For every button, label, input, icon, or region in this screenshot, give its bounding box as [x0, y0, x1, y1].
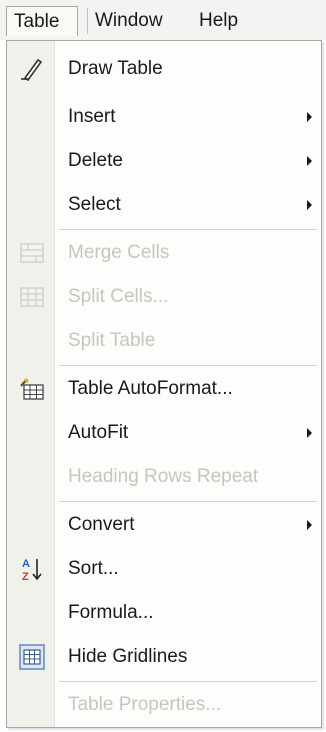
pencil-icon — [19, 56, 45, 82]
screen: Table Window Help Draw Table Insert Dele… — [0, 0, 326, 732]
menu-item-label: Split Cells... — [68, 286, 169, 307]
menu-bar-separator — [87, 8, 88, 34]
submenu-arrow-icon — [307, 156, 312, 166]
menu-separator — [59, 501, 317, 502]
menu-item-delete[interactable]: Delete — [7, 139, 321, 183]
svg-text:A: A — [22, 558, 30, 570]
menu-item-label: AutoFit — [68, 422, 129, 443]
menu-item-heading-rows-repeat: Heading Rows Repeat — [7, 455, 321, 499]
menu-item-label: Sort... — [68, 558, 119, 579]
split-cells-icon — [19, 284, 45, 310]
menu-item-draw-table[interactable]: Draw Table — [7, 47, 321, 91]
gridlines-icon — [19, 644, 45, 670]
menu-separator — [59, 365, 317, 366]
menu-bar: Table Window Help — [0, 0, 326, 40]
menu-item-label: Formula... — [68, 602, 154, 623]
menu-item-label: Insert — [68, 106, 116, 127]
table-autoformat-icon — [19, 376, 45, 402]
menu-help[interactable]: Help — [199, 6, 238, 36]
menu-item-split-table: Split Table — [7, 319, 321, 363]
menu-item-split-cells: Split Cells... — [7, 275, 321, 319]
menu-separator — [59, 229, 317, 230]
menu-item-label: Table AutoFormat... — [68, 378, 233, 399]
merge-cells-icon — [19, 240, 45, 266]
menu-item-label: Merge Cells — [68, 242, 170, 263]
svg-text:Z: Z — [22, 571, 29, 582]
menu-item-label: Split Table — [68, 330, 156, 351]
menu-item-convert[interactable]: Convert — [7, 503, 321, 547]
menu-table[interactable]: Table — [6, 6, 78, 36]
menu-item-sort[interactable]: A Z Sort... — [7, 547, 321, 591]
menu-separator — [59, 681, 317, 682]
menu-item-label: Convert — [68, 514, 135, 535]
menu-item-insert[interactable]: Insert — [7, 95, 321, 139]
menu-item-autofit[interactable]: AutoFit — [7, 411, 321, 455]
submenu-arrow-icon — [307, 428, 312, 438]
table-menu-dropdown: Draw Table Insert Delete Select Merge Ce… — [6, 40, 322, 728]
menu-item-label: Draw Table — [68, 58, 163, 79]
menu-item-formula[interactable]: Formula... — [7, 591, 321, 635]
sort-az-icon: A Z — [19, 556, 45, 583]
menu-item-label: Heading Rows Repeat — [68, 466, 259, 487]
submenu-arrow-icon — [307, 112, 312, 122]
menu-item-table-autoformat[interactable]: Table AutoFormat... — [7, 367, 321, 411]
submenu-arrow-icon — [307, 520, 312, 530]
menu-item-merge-cells: Merge Cells — [7, 231, 321, 275]
menu-item-label: Select — [68, 194, 121, 215]
menu-item-label: Hide Gridlines — [68, 646, 188, 667]
menu-item-label: Delete — [68, 150, 123, 171]
menu-item-select[interactable]: Select — [7, 183, 321, 227]
menu-window[interactable]: Window — [95, 6, 163, 36]
submenu-arrow-icon — [307, 200, 312, 210]
menu-item-table-properties: Table Properties... — [7, 683, 321, 727]
menu-item-label: Table Properties... — [68, 694, 222, 715]
menu-item-hide-gridlines[interactable]: Hide Gridlines — [7, 635, 321, 679]
